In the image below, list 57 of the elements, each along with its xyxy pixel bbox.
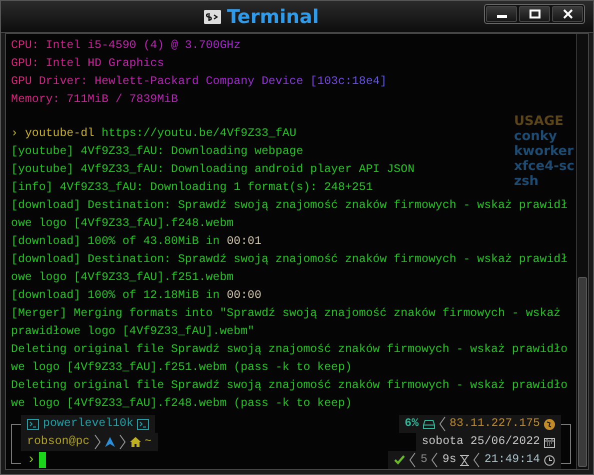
conky-process: conky bbox=[514, 129, 558, 144]
window-title: Terminal bbox=[227, 6, 319, 28]
conky-heading: USAGE bbox=[514, 114, 565, 129]
prompt-symbol: › bbox=[27, 451, 36, 469]
output-line: [Merger] Merging formats into "Sprawdź swoją znajomość znaków firmowych - wskaż bbox=[11, 306, 561, 322]
terminal-icon bbox=[27, 418, 39, 430]
close-button[interactable] bbox=[552, 6, 583, 22]
scrollbar[interactable] bbox=[576, 34, 588, 469]
home-icon bbox=[130, 437, 141, 447]
chevron-separator-icon bbox=[431, 452, 438, 468]
globe-icon bbox=[544, 418, 555, 430]
output-line: [info] 4Vf9Z33_fAU: Downloading 1 format(s): 248+251 bbox=[11, 180, 373, 196]
output-line: [youtube] 4Vf9Z33_fAU: Downloading webpage bbox=[11, 144, 304, 160]
output-line: [youtube] 4Vf9Z33_fAU: Downloading android player API JSON bbox=[11, 162, 415, 178]
output-line: Deleting original file Sprawdź swoją znajomość znaków firmowych - wskaż prawidło bbox=[11, 378, 568, 394]
ip-address: 83.11.227.175 bbox=[450, 416, 540, 432]
output-line: [download] 100% of 12.18MiB in 00:00 bbox=[11, 288, 262, 304]
terminal-icon bbox=[137, 418, 150, 430]
cursor bbox=[39, 452, 46, 468]
calendar-icon bbox=[544, 436, 555, 448]
chevron-separator-icon bbox=[473, 452, 480, 468]
chevron-separator-icon bbox=[94, 434, 101, 450]
jobs-count: 5 bbox=[420, 452, 428, 468]
disk-usage: 6% bbox=[404, 416, 419, 432]
output-line: owe logo [4Vf9Z33_fAU].f248.webm bbox=[11, 216, 234, 232]
command-name: youtube-dl bbox=[24, 126, 95, 142]
chevron-separator-icon bbox=[438, 416, 446, 432]
command-duration: 9s bbox=[442, 452, 456, 468]
output-line: owe logo [4Vf9Z33_fAU].f251.webm bbox=[11, 270, 234, 286]
date-label: sobota 25/06/2022 bbox=[422, 434, 540, 450]
clock-icon bbox=[544, 454, 555, 466]
minimize-button[interactable] bbox=[486, 6, 517, 22]
hourglass-icon bbox=[460, 454, 470, 466]
directory-label: ~ bbox=[144, 434, 152, 450]
user-host: robson@pc bbox=[27, 434, 90, 450]
chevron-separator-icon bbox=[118, 434, 126, 450]
prompt-symbol: › bbox=[11, 126, 18, 142]
conky-process: zsh bbox=[514, 174, 540, 189]
maximize-button[interactable] bbox=[519, 6, 550, 22]
output-line: we logo [4Vf9Z33_fAU].f251.webm (pass -k to keep) bbox=[11, 360, 352, 376]
maximize-icon bbox=[528, 9, 540, 19]
conky-process: xfce4-sc bbox=[514, 159, 574, 174]
prompt-bracket bbox=[561, 424, 571, 464]
terminal-app-icon bbox=[204, 10, 221, 24]
conky-process: kworker bbox=[514, 144, 574, 159]
output-line: prawidłowe logo [4Vf9Z33_fAU].webm" bbox=[11, 324, 255, 340]
command-argument: https://youtu.be/4Vf9Z33_fAU bbox=[101, 126, 296, 142]
output-line: [download] 100% of 43.80MiB in 00:01 bbox=[11, 234, 262, 250]
close-icon bbox=[562, 9, 574, 19]
output-line: [download] Destination: Sprawdź swoją znajomość znaków firmowych - wskaż prawidł bbox=[11, 252, 568, 268]
chevron-separator-icon bbox=[409, 452, 416, 468]
arch-logo-icon bbox=[104, 437, 115, 447]
clock-time: 21:49:14 bbox=[484, 452, 540, 468]
context-label: powerlevel10k bbox=[43, 416, 134, 432]
output-line: Deleting original file Sprawdź swoją znajomość znaków firmowych - wskaż prawidło bbox=[11, 342, 568, 358]
output-line: [download] Destination: Sprawdź swoją znajomość znaków firmowych - wskaż prawidł bbox=[11, 198, 568, 214]
output-line: we logo [4Vf9Z33_fAU].f248.webm (pass -k to keep) bbox=[11, 396, 352, 412]
